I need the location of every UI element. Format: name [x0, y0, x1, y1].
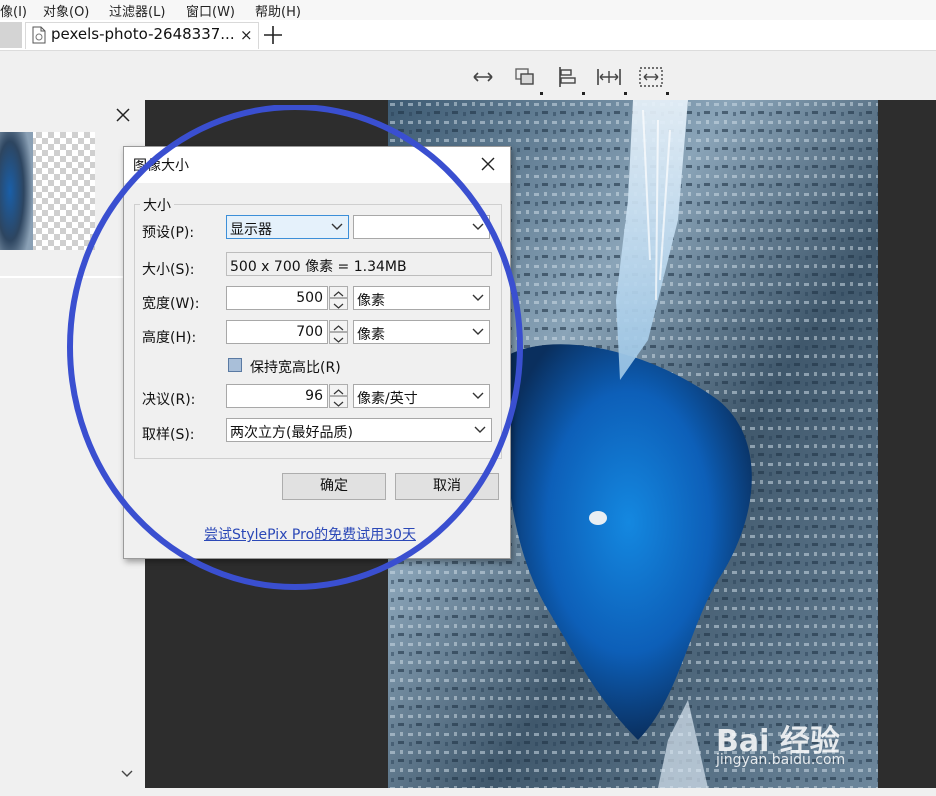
- menu-image[interactable]: 像(I): [0, 1, 27, 20]
- preset-select-value: 显示器: [230, 222, 272, 238]
- tab-previous[interactable]: [0, 22, 22, 48]
- panel-divider: [0, 276, 142, 278]
- align-left-icon[interactable]: [552, 62, 582, 92]
- pro-trial-link[interactable]: 尝试StylePix Pro的免费试用30天: [204, 524, 416, 544]
- sampling-value: 两次立方(最好品质): [230, 425, 353, 441]
- arrange-layers-icon[interactable]: [510, 62, 540, 92]
- resolution-field[interactable]: 96: [226, 384, 328, 408]
- chevron-down-icon: [333, 401, 344, 407]
- resolution-unit-value: 像素/英寸: [357, 391, 418, 407]
- dropdown-indicator: [666, 92, 669, 95]
- layer-thumbnail[interactable]: [0, 132, 95, 250]
- flip-horizontal-icon[interactable]: [468, 62, 498, 92]
- height-stepper[interactable]: [329, 320, 348, 344]
- tab-close-icon[interactable]: ×: [240, 26, 253, 44]
- width-field[interactable]: 500: [226, 286, 328, 310]
- dialog-title: 图像大小: [133, 158, 189, 174]
- resize-canvas-icon[interactable]: [636, 62, 666, 92]
- menu-filter[interactable]: 过滤器(L): [109, 1, 165, 20]
- resolution-label: 决议(R):: [142, 392, 196, 408]
- resolution-unit-select[interactable]: 像素/英寸: [353, 384, 490, 408]
- chevron-down-icon: [474, 426, 486, 433]
- chevron-down-icon: [472, 294, 484, 301]
- chevron-down-icon: [472, 328, 484, 335]
- keep-ratio-checkbox[interactable]: [228, 358, 242, 372]
- height-unit-value: 像素: [357, 327, 385, 343]
- chevron-down-icon[interactable]: [120, 767, 134, 781]
- resolution-value: 96: [305, 388, 323, 404]
- ok-button[interactable]: 确定: [282, 473, 386, 500]
- document-icon: [32, 26, 46, 44]
- size-readout: 500 x 700 像素 = 1.34MB: [226, 252, 492, 276]
- chevron-down-icon: [331, 223, 343, 230]
- preset-sub-select[interactable]: [353, 215, 490, 239]
- tab-document-title: pexels-photo-2648337...: [51, 25, 235, 43]
- height-value: 700: [296, 324, 323, 340]
- preset-select[interactable]: 显示器: [226, 215, 349, 239]
- chevron-down-icon: [472, 392, 484, 399]
- resolution-stepper[interactable]: [329, 384, 348, 408]
- height-down-button[interactable]: [329, 332, 348, 344]
- dropdown-indicator: [624, 92, 627, 95]
- width-label: 宽度(W):: [142, 296, 200, 312]
- height-unit-select[interactable]: 像素: [353, 320, 490, 344]
- cancel-button[interactable]: 取消: [395, 473, 499, 500]
- sampling-label: 取样(S):: [142, 427, 195, 443]
- height-label: 高度(H):: [142, 330, 197, 346]
- dropdown-indicator: [582, 92, 585, 95]
- resolution-down-button[interactable]: [329, 396, 348, 408]
- chevron-down-icon: [472, 223, 484, 230]
- height-up-button[interactable]: [329, 320, 348, 332]
- preset-label: 预设(P):: [142, 225, 195, 241]
- watermark: Bai 经验 jingyan.baidu.com: [716, 716, 886, 772]
- status-bar: [0, 788, 936, 796]
- panel-close-icon[interactable]: [114, 106, 132, 124]
- sampling-select[interactable]: 两次立方(最好品质): [226, 418, 492, 442]
- menu-help[interactable]: 帮助(H): [255, 1, 301, 20]
- dialog-close-icon[interactable]: [480, 156, 496, 172]
- plus-icon[interactable]: [262, 24, 284, 46]
- width-value: 500: [296, 290, 323, 306]
- size-readout-value: 500 x 700 像素 = 1.34MB: [230, 259, 407, 275]
- width-unit-select[interactable]: 像素: [353, 286, 490, 310]
- menu-object[interactable]: 对象(O): [43, 1, 89, 20]
- distribute-icon[interactable]: [594, 62, 624, 92]
- resolution-up-button[interactable]: [329, 384, 348, 396]
- size-label: 大小(S):: [142, 262, 195, 278]
- width-stepper[interactable]: [329, 286, 348, 310]
- menu-window[interactable]: 窗口(W): [186, 1, 235, 20]
- menu-bar: 像(I) 对象(O) 过滤器(L) 窗口(W) 帮助(H): [0, 0, 936, 20]
- keep-ratio-label[interactable]: 保持宽高比(R): [250, 357, 341, 377]
- dropdown-indicator: [540, 92, 543, 95]
- size-group-title: 大小: [140, 195, 174, 215]
- width-down-button[interactable]: [329, 298, 348, 310]
- height-field[interactable]: 700: [226, 320, 328, 344]
- width-up-button[interactable]: [329, 286, 348, 298]
- width-unit-value: 像素: [357, 293, 385, 309]
- chevron-down-icon: [333, 303, 344, 309]
- chevron-down-icon: [333, 337, 344, 343]
- watermark-url: jingyan.baidu.com: [716, 752, 846, 768]
